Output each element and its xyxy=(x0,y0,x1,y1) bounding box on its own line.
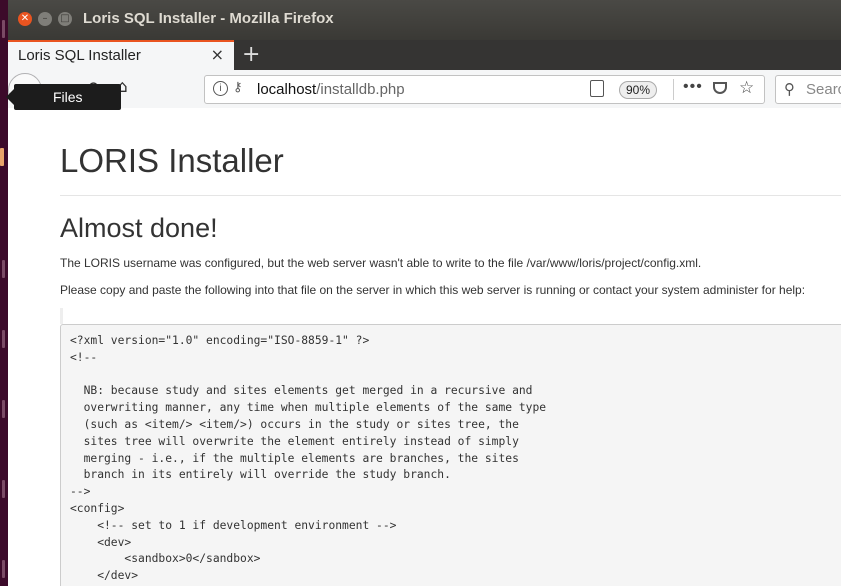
window-title: Loris SQL Installer - Mozilla Firefox xyxy=(83,10,334,27)
tab-loris-sql-installer[interactable]: Loris SQL Installer × xyxy=(8,40,234,70)
window-maximize-button[interactable]: □ xyxy=(58,12,72,26)
window-titlebar: ✕ – □ Loris SQL Installer - Mozilla Fire… xyxy=(8,0,841,40)
tab-label: Loris SQL Installer xyxy=(18,47,141,64)
url-separator xyxy=(673,79,674,100)
launcher-indicator xyxy=(2,480,5,498)
tab-close-icon[interactable]: × xyxy=(211,45,224,64)
search-icon: ⚲ xyxy=(784,80,795,98)
info-icon[interactable]: i xyxy=(213,81,228,96)
tab-strip: Loris SQL Installer × + xyxy=(8,40,841,70)
url-host: localhost xyxy=(257,81,317,98)
pocket-icon[interactable] xyxy=(713,82,727,94)
title-divider xyxy=(60,195,841,196)
zoom-indicator[interactable]: 90% xyxy=(619,81,658,99)
launcher-indicator xyxy=(2,260,5,278)
config-code-block[interactable]: <?xml version="1.0" encoding="ISO-8859-1… xyxy=(60,324,841,586)
url-text[interactable]: localhost/installdb.php xyxy=(257,81,405,98)
instructions-paragraph: Please copy and paste the following into… xyxy=(60,283,806,297)
launcher-indicator xyxy=(2,330,5,348)
search-bar[interactable]: ⚲ Searc xyxy=(775,75,841,104)
launcher-indicator xyxy=(2,560,5,578)
key-icon[interactable]: ⚷ xyxy=(233,80,243,95)
url-bar[interactable]: i ⚷ localhost/installdb.php 90% ••• ☆ xyxy=(204,75,765,104)
reader-view-icon[interactable] xyxy=(590,80,604,97)
url-path: /installdb.php xyxy=(316,81,405,98)
page-heading: Almost done! xyxy=(60,213,218,243)
page-content: LORIS Installer Almost done! The LORIS u… xyxy=(8,108,841,586)
window-minimize-button[interactable]: – xyxy=(38,12,52,26)
launcher-active-indicator xyxy=(0,148,4,166)
window-close-button[interactable]: ✕ xyxy=(18,12,32,26)
config-code[interactable]: <?xml version="1.0" encoding="ISO-8859-1… xyxy=(61,325,841,586)
navigation-toolbar: ← ⟳ ⌂ i ⚷ localhost/installdb.php 90% ••… xyxy=(8,70,841,109)
search-placeholder: Searc xyxy=(806,81,841,98)
firefox-window: ✕ – □ Loris SQL Installer - Mozilla Fire… xyxy=(8,0,841,586)
files-tooltip: Files xyxy=(6,84,121,110)
launcher-indicator xyxy=(2,400,5,418)
new-tab-button[interactable]: + xyxy=(242,40,260,70)
more-actions-icon[interactable]: ••• xyxy=(683,78,703,96)
page-title: LORIS Installer xyxy=(60,142,284,179)
status-paragraph: The LORIS username was configured, but t… xyxy=(60,256,702,270)
code-spacer xyxy=(60,308,841,324)
launcher-indicator xyxy=(2,20,5,38)
bookmark-star-icon[interactable]: ☆ xyxy=(739,78,754,98)
